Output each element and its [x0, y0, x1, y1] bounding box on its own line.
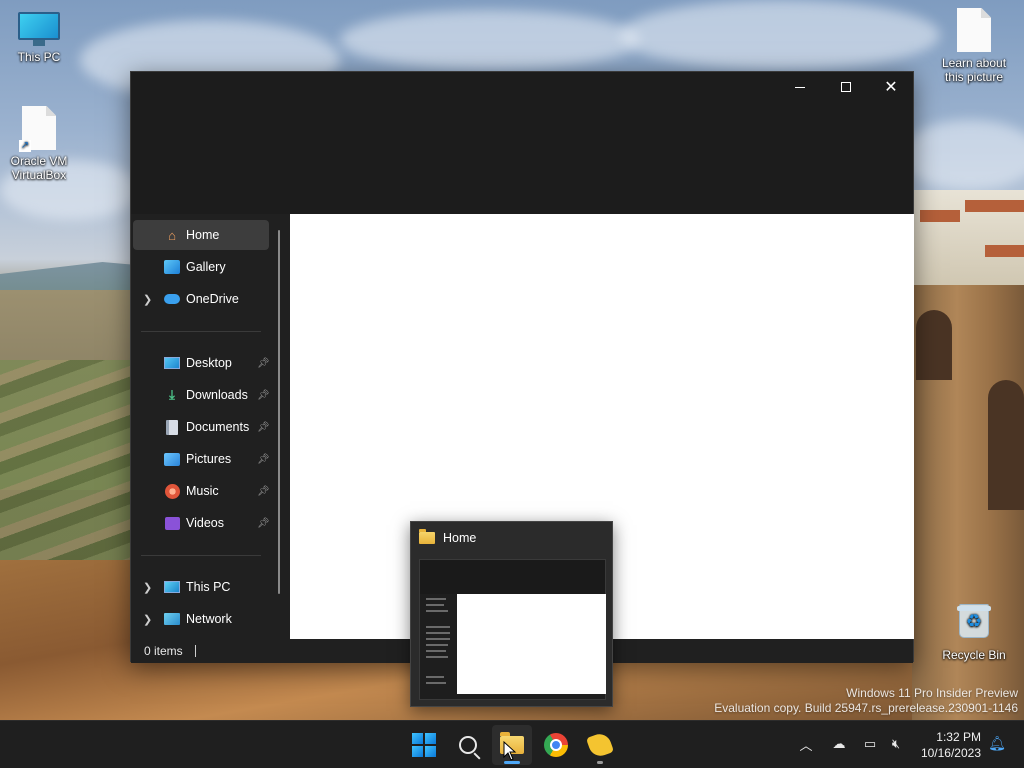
- desktop-icon-this-pc[interactable]: This PC: [3, 12, 75, 64]
- desktop-icon-virtualbox[interactable]: ↗ Oracle VM VirtualBox: [3, 106, 75, 182]
- nav-item-videos[interactable]: Videos 📌︎: [133, 508, 270, 538]
- chrome-taskbar-button[interactable]: [536, 725, 576, 765]
- chevron-right-icon[interactable]: ❯: [143, 293, 153, 306]
- item-count: 0 items: [144, 644, 183, 658]
- network-tray-button[interactable]: ▭: [859, 733, 881, 755]
- gallery-icon: [164, 259, 180, 275]
- pin-icon: 📌︎: [257, 453, 270, 465]
- navigation-pane[interactable]: ⌂ Home Gallery ❯ OneDrive Desktop 📌︎ ⤓ D…: [131, 214, 289, 639]
- nav-item-label: Home: [186, 228, 220, 242]
- recycle-bin-icon: ♻: [957, 604, 991, 644]
- document-icon: [164, 419, 180, 435]
- desktop-icon-label: Learn about this picture: [941, 56, 1007, 84]
- nav-item-gallery[interactable]: Gallery: [133, 252, 269, 282]
- nav-divider: [141, 331, 261, 332]
- music-icon: [164, 483, 180, 499]
- desktop-icon-label: Recycle Bin: [942, 648, 1006, 662]
- running-indicator: [597, 761, 603, 764]
- pin-icon: 📌︎: [257, 357, 270, 369]
- maximize-icon: [841, 82, 851, 92]
- close-icon: ✕: [884, 77, 898, 96]
- desktop-icon-recycle-bin[interactable]: ♻ Recycle Bin: [938, 598, 1010, 662]
- nav-item-label: Gallery: [186, 260, 226, 274]
- pin-icon: 📌︎: [257, 485, 270, 497]
- nav-item-desktop[interactable]: Desktop 📌︎: [133, 348, 270, 378]
- minimize-button[interactable]: [777, 72, 823, 102]
- minimize-icon: [795, 86, 805, 88]
- file-icon: [957, 8, 991, 52]
- monitor-icon: [18, 12, 60, 46]
- preview-title-label: Home: [443, 531, 477, 545]
- pin-icon: 📌︎: [257, 517, 270, 529]
- nav-item-onedrive[interactable]: ❯ OneDrive: [133, 284, 269, 314]
- nav-item-home[interactable]: ⌂ Home: [133, 220, 269, 250]
- computer-icon: [164, 579, 180, 595]
- download-icon: ⤓: [169, 387, 175, 402]
- nav-item-label: This PC: [186, 580, 231, 594]
- nav-item-label: Documents: [186, 420, 250, 434]
- nav-item-label: Pictures: [186, 452, 232, 466]
- notifications-button[interactable]: 🔔︎: [986, 733, 1008, 755]
- pin-icon: 📌︎: [257, 389, 270, 401]
- nav-item-label: Music: [186, 484, 219, 498]
- desktop-icon-learn-about-picture[interactable]: Learn about this picture: [938, 8, 1010, 84]
- network-icon: [164, 611, 180, 627]
- start-button[interactable]: [404, 725, 444, 765]
- nav-item-network[interactable]: ❯ Network: [133, 604, 269, 634]
- title-bar[interactable]: ✕: [131, 72, 913, 214]
- windows-logo-icon: [412, 733, 436, 757]
- nav-item-downloads[interactable]: ⤓ Downloads 📌︎: [133, 380, 270, 410]
- home-icon: ⌂: [168, 227, 176, 243]
- watermark-line-2: Evaluation copy. Build 25947.rs_prerelea…: [714, 701, 1018, 715]
- active-indicator: [504, 761, 520, 764]
- volume-muted-icon: 🔇︎: [891, 736, 901, 752]
- chevron-right-icon[interactable]: ❯: [143, 581, 153, 594]
- nav-item-label: Videos: [186, 516, 224, 530]
- clock[interactable]: 1:32 PM 10/16/2023: [921, 729, 981, 761]
- nav-item-music[interactable]: Music 📌︎: [133, 476, 270, 506]
- clock-date: 10/16/2023: [920, 746, 981, 760]
- close-button[interactable]: ✕: [868, 72, 914, 102]
- nav-item-label: Network: [186, 612, 232, 626]
- search-icon: [459, 736, 477, 754]
- watermark-line-1: Windows 11 Pro Insider Preview: [846, 686, 1018, 700]
- nav-item-label: Desktop: [186, 356, 232, 370]
- volume-tray-button[interactable]: 🔇︎: [885, 733, 907, 755]
- chevron-right-icon[interactable]: ❯: [143, 613, 153, 626]
- folder-icon: [419, 529, 435, 544]
- nav-item-documents[interactable]: Documents 📌︎: [133, 412, 270, 442]
- desktop-icon-label: This PC: [17, 50, 61, 64]
- nav-item-label: Downloads: [186, 388, 248, 402]
- clock-time: 1:32 PM: [936, 730, 981, 744]
- feedback-hub-icon: [585, 730, 615, 760]
- network-icon: ▭: [863, 736, 877, 752]
- preview-thumbnail[interactable]: [419, 559, 606, 700]
- taskbar-thumbnail-preview[interactable]: Home: [410, 521, 613, 707]
- preview-title: Home: [419, 529, 477, 545]
- show-hidden-icons-button[interactable]: ︿: [795, 733, 817, 755]
- desktop-folder-icon: [164, 355, 180, 371]
- video-icon: [164, 515, 180, 531]
- mouse-cursor-icon: [503, 741, 517, 761]
- cloud-status-icon: ☁: [832, 736, 846, 752]
- maximize-button[interactable]: [823, 72, 869, 102]
- chrome-icon: [544, 733, 568, 757]
- bell-icon: 🔔︎: [988, 736, 1006, 752]
- shortcut-arrow-icon: ↗: [19, 140, 31, 152]
- nav-item-this-pc[interactable]: ❯ This PC: [133, 572, 269, 602]
- feedback-hub-taskbar-button[interactable]: [580, 725, 620, 765]
- nav-scrollbar[interactable]: [278, 230, 280, 594]
- chevron-up-icon: ︿: [799, 738, 813, 754]
- picture-icon: [164, 451, 180, 467]
- pin-icon: 📌︎: [257, 421, 270, 433]
- nav-item-pictures[interactable]: Pictures 📌︎: [133, 444, 270, 474]
- nav-item-label: OneDrive: [186, 292, 239, 306]
- cloud-icon: [164, 291, 180, 307]
- search-button[interactable]: [448, 725, 488, 765]
- desktop-icon-label: Oracle VM VirtualBox: [10, 154, 68, 182]
- onedrive-tray-button[interactable]: ☁: [828, 733, 850, 755]
- status-divider: [194, 645, 196, 657]
- nav-divider: [141, 555, 261, 556]
